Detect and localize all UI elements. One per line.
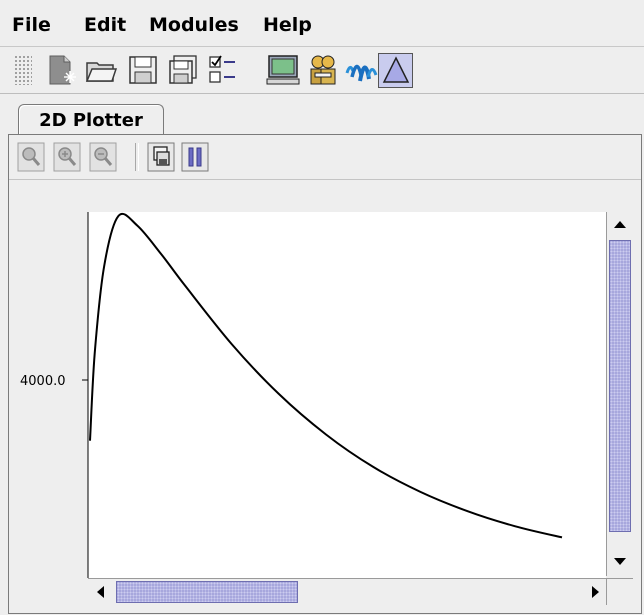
plot-background [88,212,606,578]
application-window: File Edit Modules Help 2D Plotter 4000.0 [0,0,644,615]
y-tick-label: 4000.0 [20,374,66,389]
arrow-down-icon [614,558,626,565]
scroll-right-button[interactable] [584,581,606,603]
horizontal-scrollbar[interactable] [88,578,606,605]
scroll-down-button[interactable] [609,550,631,572]
plot-canvas: 4000.0 [20,212,606,578]
scroll-up-button[interactable] [609,214,631,236]
horizontal-scroll-thumb[interactable] [116,581,298,603]
arrow-right-icon [592,586,599,598]
arrow-up-icon [614,221,626,228]
vertical-scroll-thumb[interactable] [609,240,631,532]
vertical-scrollbar[interactable] [606,212,633,576]
arrow-left-icon [97,586,104,598]
scroll-left-button[interactable] [90,581,112,603]
scroll-corner [606,578,633,605]
